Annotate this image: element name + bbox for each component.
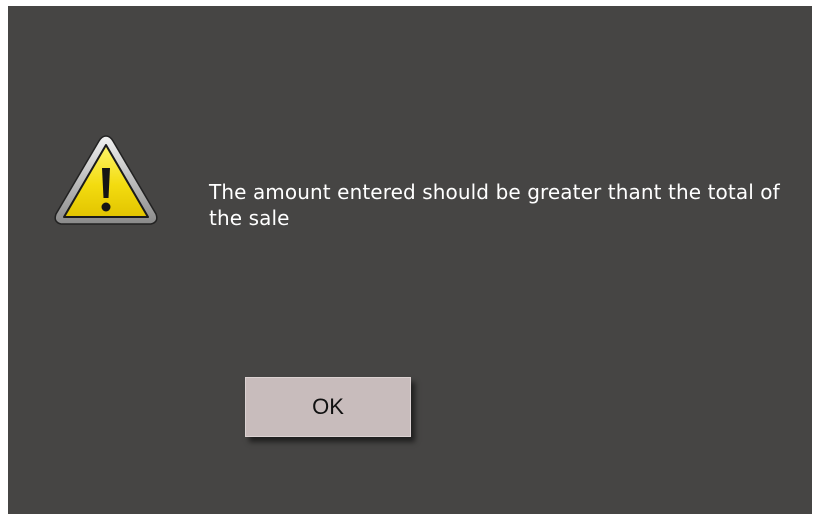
ok-button[interactable]: OK bbox=[245, 377, 411, 437]
warning-icon bbox=[52, 132, 160, 228]
alert-message: The amount entered should be greater tha… bbox=[209, 180, 780, 230]
alert-dialog: The amount entered should be greater tha… bbox=[8, 6, 812, 514]
